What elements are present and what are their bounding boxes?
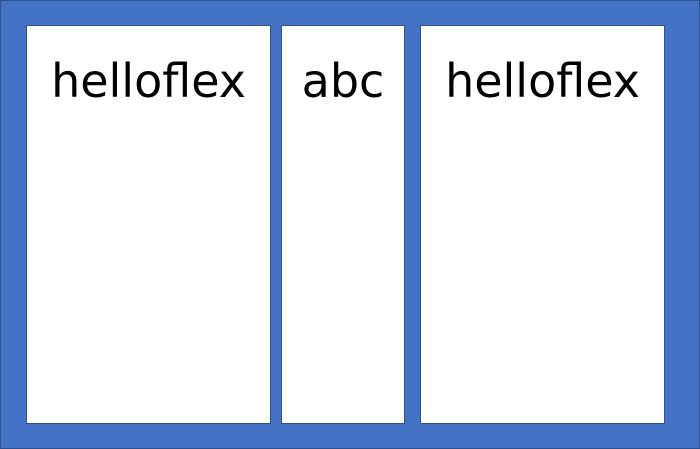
flex-item-3: helloflex: [420, 25, 665, 424]
flex-item-1: helloflex: [26, 25, 271, 424]
flex-item-3-label: helloflex: [445, 54, 640, 108]
flex-item-2: abc: [281, 25, 405, 424]
flex-container: helloflex abc helloflex: [0, 0, 700, 449]
flex-item-1-label: helloflex: [51, 54, 246, 108]
flex-item-2-label: abc: [301, 54, 385, 108]
